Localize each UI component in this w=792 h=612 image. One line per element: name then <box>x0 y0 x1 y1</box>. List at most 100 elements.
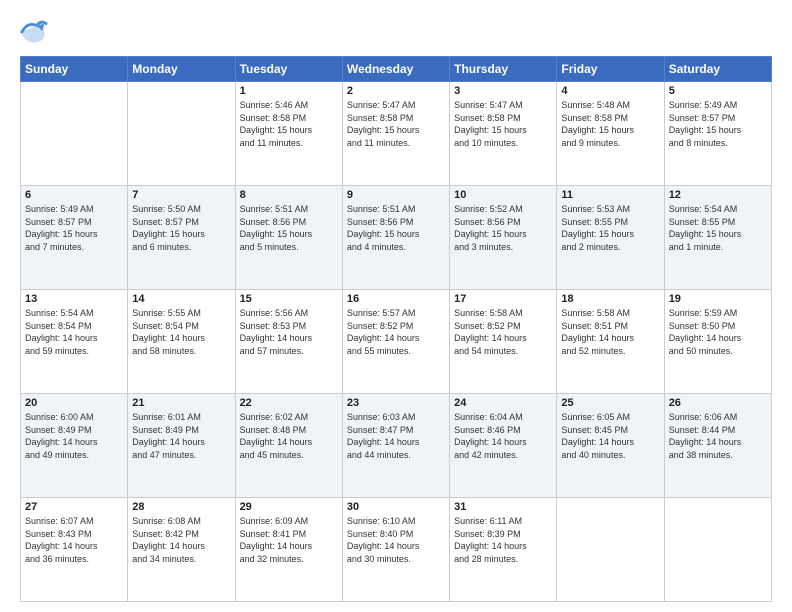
day-number: 28 <box>132 501 230 513</box>
calendar-cell: 29 Sunrise: 6:09 AM Sunset: 8:41 PM Dayli… <box>235 498 342 602</box>
calendar-cell: 3Sunrise: 5:47 AM Sunset: 8:58 PM Daylig… <box>450 82 557 186</box>
day-info: Sunrise: 5:47 AM Sunset: 8:58 PM Dayligh… <box>347 99 445 149</box>
calendar-cell: 13 Sunrise: 5:54 AM Sunset: 8:54 PM Dayli… <box>21 290 128 394</box>
calendar-cell: 26 Sunrise: 6:06 AM Sunset: 8:44 PM Dayli… <box>664 394 771 498</box>
day-number: 24 <box>454 397 552 409</box>
day-info: Sunrise: 5:50 AM Sunset: 8:57 PM Dayligh… <box>132 203 230 253</box>
day-info: Sunrise: 6:10 AM Sunset: 8:40 PM Dayligh… <box>347 515 445 565</box>
page: SundayMondayTuesdayWednesdayThursdayFrid… <box>0 0 792 612</box>
calendar-cell: 17 Sunrise: 5:58 AM Sunset: 8:52 PM Dayli… <box>450 290 557 394</box>
day-number: 20 <box>25 397 123 409</box>
day-number: 29 <box>240 501 338 513</box>
day-info: Sunrise: 5:53 AM Sunset: 8:55 PM Dayligh… <box>561 203 659 253</box>
day-number: 14 <box>132 293 230 305</box>
day-number: 4 <box>561 85 659 97</box>
day-info: Sunrise: 5:51 AM Sunset: 8:56 PM Dayligh… <box>347 203 445 253</box>
calendar-cell: 15 Sunrise: 5:56 AM Sunset: 8:53 PM Dayli… <box>235 290 342 394</box>
calendar-row: 1 Sunrise: 5:46 AM Sunset: 8:58 PM Daylig… <box>21 82 772 186</box>
weekday-header: Friday <box>557 57 664 82</box>
calendar-cell: 7 Sunrise: 5:50 AM Sunset: 8:57 PM Daylig… <box>128 186 235 290</box>
calendar-cell: 12Sunrise: 5:54 AM Sunset: 8:55 PM Dayli… <box>664 186 771 290</box>
calendar-row: 6 Sunrise: 5:49 AM Sunset: 8:57 PM Daylig… <box>21 186 772 290</box>
day-info: Sunrise: 6:07 AM Sunset: 8:43 PM Dayligh… <box>25 515 123 565</box>
day-number: 31 <box>454 501 552 513</box>
weekday-header: Wednesday <box>342 57 449 82</box>
calendar-cell: 18 Sunrise: 5:58 AM Sunset: 8:51 PM Dayli… <box>557 290 664 394</box>
day-number: 23 <box>347 397 445 409</box>
calendar-cell <box>664 498 771 602</box>
day-info: Sunrise: 6:09 AM Sunset: 8:41 PM Dayligh… <box>240 515 338 565</box>
day-number: 11 <box>561 189 659 201</box>
day-number: 15 <box>240 293 338 305</box>
calendar-cell: 6 Sunrise: 5:49 AM Sunset: 8:57 PM Daylig… <box>21 186 128 290</box>
day-info: Sunrise: 5:58 AM Sunset: 8:52 PM Dayligh… <box>454 307 552 357</box>
day-info: Sunrise: 6:04 AM Sunset: 8:46 PM Dayligh… <box>454 411 552 461</box>
calendar-cell <box>557 498 664 602</box>
calendar-cell: 31 Sunrise: 6:11 AM Sunset: 8:39 PM Dayli… <box>450 498 557 602</box>
day-number: 7 <box>132 189 230 201</box>
day-number: 6 <box>25 189 123 201</box>
calendar-cell: 19Sunrise: 5:59 AM Sunset: 8:50 PM Dayli… <box>664 290 771 394</box>
calendar-row: 27 Sunrise: 6:07 AM Sunset: 8:43 PM Dayli… <box>21 498 772 602</box>
day-number: 27 <box>25 501 123 513</box>
day-info: Sunrise: 5:57 AM Sunset: 8:52 PM Dayligh… <box>347 307 445 357</box>
calendar-cell: 30 Sunrise: 6:10 AM Sunset: 8:40 PM Dayli… <box>342 498 449 602</box>
day-number: 25 <box>561 397 659 409</box>
day-info: Sunrise: 6:01 AM Sunset: 8:49 PM Dayligh… <box>132 411 230 461</box>
calendar-cell <box>128 82 235 186</box>
day-info: Sunrise: 6:00 AM Sunset: 8:49 PM Dayligh… <box>25 411 123 461</box>
calendar-cell: 28 Sunrise: 6:08 AM Sunset: 8:42 PM Dayli… <box>128 498 235 602</box>
calendar-cell: 9 Sunrise: 5:51 AM Sunset: 8:56 PM Daylig… <box>342 186 449 290</box>
calendar-row: 20 Sunrise: 6:00 AM Sunset: 8:49 PM Dayli… <box>21 394 772 498</box>
day-info: Sunrise: 6:03 AM Sunset: 8:47 PM Dayligh… <box>347 411 445 461</box>
day-info: Sunrise: 5:49 AM Sunset: 8:57 PM Dayligh… <box>669 99 767 149</box>
calendar-cell: 14Sunrise: 5:55 AM Sunset: 8:54 PM Dayli… <box>128 290 235 394</box>
day-info: Sunrise: 5:52 AM Sunset: 8:56 PM Dayligh… <box>454 203 552 253</box>
day-number: 12 <box>669 189 767 201</box>
day-number: 18 <box>561 293 659 305</box>
calendar-cell: 11 Sunrise: 5:53 AM Sunset: 8:55 PM Dayli… <box>557 186 664 290</box>
day-number: 5 <box>669 85 767 97</box>
weekday-header: Thursday <box>450 57 557 82</box>
calendar-row: 13 Sunrise: 5:54 AM Sunset: 8:54 PM Dayli… <box>21 290 772 394</box>
calendar-cell: 4 Sunrise: 5:48 AM Sunset: 8:58 PM Daylig… <box>557 82 664 186</box>
weekday-header: Sunday <box>21 57 128 82</box>
logo <box>20 18 52 46</box>
calendar-cell: 16 Sunrise: 5:57 AM Sunset: 8:52 PM Dayli… <box>342 290 449 394</box>
calendar-cell <box>21 82 128 186</box>
day-number: 17 <box>454 293 552 305</box>
day-number: 30 <box>347 501 445 513</box>
day-number: 26 <box>669 397 767 409</box>
calendar-cell: 2 Sunrise: 5:47 AM Sunset: 8:58 PM Daylig… <box>342 82 449 186</box>
day-number: 9 <box>347 189 445 201</box>
day-info: Sunrise: 5:49 AM Sunset: 8:57 PM Dayligh… <box>25 203 123 253</box>
calendar-cell: 8Sunrise: 5:51 AM Sunset: 8:56 PM Daylig… <box>235 186 342 290</box>
day-info: Sunrise: 5:59 AM Sunset: 8:50 PM Dayligh… <box>669 307 767 357</box>
day-number: 16 <box>347 293 445 305</box>
weekday-header: Tuesday <box>235 57 342 82</box>
day-number: 3 <box>454 85 552 97</box>
logo-icon <box>20 18 48 46</box>
day-info: Sunrise: 5:58 AM Sunset: 8:51 PM Dayligh… <box>561 307 659 357</box>
day-info: Sunrise: 5:46 AM Sunset: 8:58 PM Dayligh… <box>240 99 338 149</box>
day-number: 1 <box>240 85 338 97</box>
weekday-header: Monday <box>128 57 235 82</box>
calendar-cell: 22Sunrise: 6:02 AM Sunset: 8:48 PM Dayli… <box>235 394 342 498</box>
calendar-cell: 27 Sunrise: 6:07 AM Sunset: 8:43 PM Dayli… <box>21 498 128 602</box>
day-info: Sunrise: 6:08 AM Sunset: 8:42 PM Dayligh… <box>132 515 230 565</box>
day-info: Sunrise: 6:11 AM Sunset: 8:39 PM Dayligh… <box>454 515 552 565</box>
calendar-cell: 24 Sunrise: 6:04 AM Sunset: 8:46 PM Dayli… <box>450 394 557 498</box>
day-number: 8 <box>240 189 338 201</box>
day-number: 21 <box>132 397 230 409</box>
calendar-cell: 1 Sunrise: 5:46 AM Sunset: 8:58 PM Daylig… <box>235 82 342 186</box>
top-area <box>20 18 772 46</box>
day-number: 13 <box>25 293 123 305</box>
day-info: Sunrise: 5:54 AM Sunset: 8:54 PM Dayligh… <box>25 307 123 357</box>
calendar-cell: 25Sunrise: 6:05 AM Sunset: 8:45 PM Dayli… <box>557 394 664 498</box>
day-number: 10 <box>454 189 552 201</box>
day-info: Sunrise: 5:56 AM Sunset: 8:53 PM Dayligh… <box>240 307 338 357</box>
day-info: Sunrise: 5:48 AM Sunset: 8:58 PM Dayligh… <box>561 99 659 149</box>
calendar-cell: 5 Sunrise: 5:49 AM Sunset: 8:57 PM Daylig… <box>664 82 771 186</box>
day-info: Sunrise: 6:06 AM Sunset: 8:44 PM Dayligh… <box>669 411 767 461</box>
day-number: 2 <box>347 85 445 97</box>
